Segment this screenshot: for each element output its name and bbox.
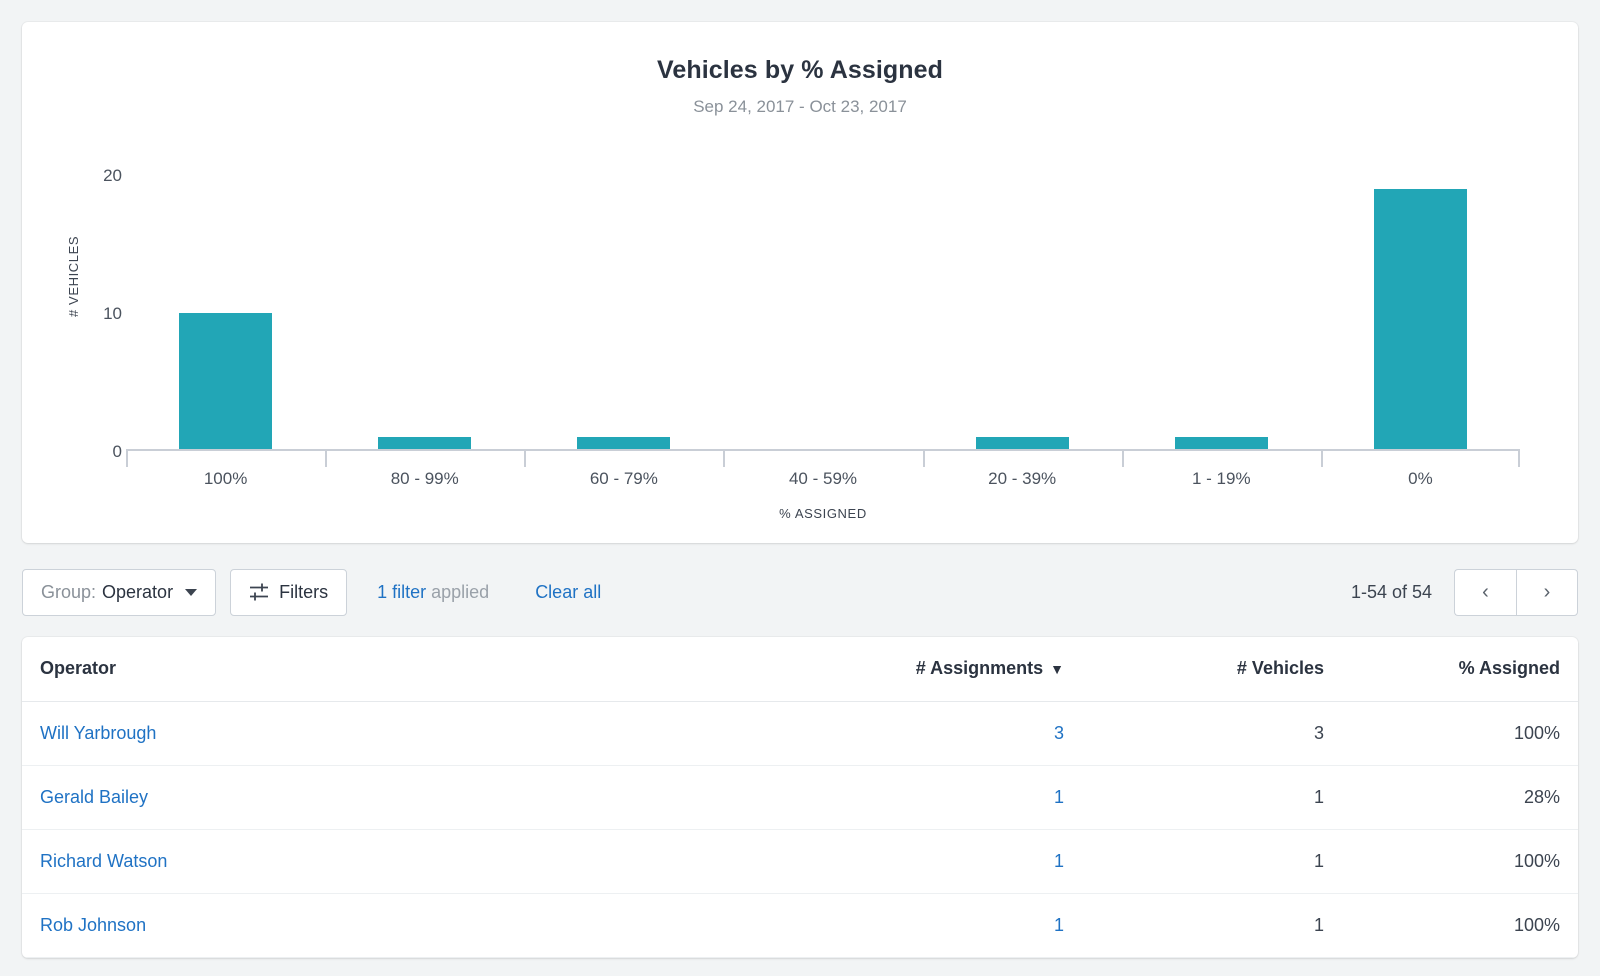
assignments-link[interactable]: 1 — [1054, 787, 1064, 807]
group-by-value: Operator — [102, 581, 174, 602]
bar-slot — [1321, 175, 1520, 451]
table-row: Richard Watson 1 1 100% — [22, 829, 1578, 894]
x-axis-tick-label: 20 - 39% — [988, 469, 1057, 488]
x-axis-tick — [922, 451, 1122, 467]
group-by-button[interactable]: Group: Operator — [22, 568, 217, 616]
operator-link[interactable]: Gerald Bailey — [40, 787, 148, 807]
prev-page-button[interactable]: ‹ — [1454, 568, 1516, 616]
filters-applied-suffix: applied — [431, 581, 490, 602]
cell-vehicles: 1 — [1082, 893, 1342, 958]
sort-descending-icon: ▼ — [1050, 661, 1064, 678]
operator-link[interactable]: Richard Watson — [40, 851, 167, 871]
chevron-down-icon — [185, 588, 198, 596]
table-row: Rob Johnson 1 1 100% — [22, 893, 1578, 958]
filters-button-label: Filters — [279, 581, 329, 602]
x-axis-tick-label: 60 - 79% — [589, 469, 658, 488]
chart-title: Vehicles by % Assigned — [656, 56, 944, 84]
next-page-button[interactable]: › — [1516, 568, 1578, 616]
x-axis-tick-label: 1 - 19% — [1191, 469, 1251, 488]
cell-assignments: 1 — [822, 893, 1082, 958]
column-header-assignments[interactable]: # Assignments ▼ — [822, 637, 1082, 702]
assignments-link[interactable]: 1 — [1054, 851, 1064, 871]
x-axis-tick — [524, 451, 723, 467]
x-axis-tick-label: 0% — [1408, 469, 1433, 488]
bar-slot — [723, 175, 922, 451]
cell-percent-assigned: 100% — [1342, 829, 1578, 894]
table-row: Gerald Bailey 1 1 28% — [22, 765, 1578, 830]
operator-link[interactable]: Will Yarbrough — [40, 723, 156, 743]
x-axis-tickmarks — [126, 451, 1521, 467]
cell-percent-assigned: 28% — [1342, 765, 1578, 830]
chart-card: Vehicles by % Assigned Sep 24, 2017 - Oc… — [22, 22, 1578, 543]
y-axis-ticks: 0 10 20 — [42, 135, 122, 495]
cell-operator: Richard Watson — [22, 829, 822, 894]
x-axis-tick-label: 100% — [203, 469, 248, 488]
table-row: Will Yarbrough 3 3 100% — [22, 701, 1578, 766]
cell-vehicles: 3 — [1082, 701, 1342, 766]
cell-assignments: 3 — [822, 701, 1082, 766]
x-axis-tick — [723, 451, 922, 467]
table-toolbar: Group: Operator Filters 1 filter applied… — [22, 567, 1578, 617]
bar-slot — [1122, 175, 1321, 451]
table-header-row: Operator # Assignments ▼ # Vehicles % Ass… — [22, 637, 1578, 702]
column-header-assignments-label: # Assignments — [915, 658, 1044, 679]
cell-percent-assigned: 100% — [1342, 701, 1578, 766]
y-axis-tick: 10 — [103, 304, 122, 323]
pagination-controls: ‹ › — [1454, 568, 1578, 616]
bar-slot — [923, 175, 1122, 451]
table-body: Will Yarbrough 3 3 100% Gerald Bailey 1 1 28% Ri… — [22, 701, 1578, 958]
x-axis-labels: 100% 80 - 99% 60 - 79% 40 - 59% 20 - 39% 1 - … — [126, 469, 1520, 495]
pagination-range: 1-54 of 54 — [1350, 581, 1432, 602]
operators-table-card: Operator # Assignments ▼ # Vehicles % Ass… — [22, 637, 1578, 958]
chart-bar[interactable] — [1373, 188, 1467, 451]
x-axis-tick — [126, 451, 325, 467]
cell-assignments: 1 — [822, 765, 1082, 830]
group-by-prefix: Group: — [41, 581, 97, 602]
clear-all-link[interactable]: Clear all — [535, 582, 601, 603]
column-header-operator[interactable]: Operator — [22, 637, 822, 702]
filters-applied-count: 1 filter — [377, 581, 427, 602]
plot-area: 100% 80 - 99% 60 - 79% 40 - 59% 20 - 39% 1 - … — [126, 135, 1521, 495]
x-axis-title: % ASSIGNED — [779, 506, 867, 521]
x-axis-tick — [1121, 451, 1321, 467]
x-axis-tick — [325, 451, 524, 467]
assignments-link[interactable]: 1 — [1054, 915, 1064, 935]
x-axis-tick-label: 40 - 59% — [788, 469, 858, 488]
cell-operator: Will Yarbrough — [22, 701, 822, 766]
chart-plot: # VEHICLES 0 10 20 100% 80 - 99% 60 - 79% 40 … — [22, 135, 1578, 521]
cell-vehicles: 1 — [1082, 765, 1342, 830]
cell-operator: Rob Johnson — [22, 893, 822, 958]
chart-date-range: Sep 24, 2017 - Oct 23, 2017 — [693, 97, 907, 116]
cell-percent-assigned: 100% — [1342, 893, 1578, 958]
bar-slot — [524, 175, 723, 451]
assignments-link[interactable]: 3 — [1054, 723, 1064, 743]
cell-vehicles: 1 — [1082, 829, 1342, 894]
sliders-icon — [249, 583, 269, 601]
bar-slot — [126, 175, 325, 451]
x-axis-tick — [1320, 451, 1521, 467]
operators-table: Operator # Assignments ▼ # Vehicles % Ass… — [22, 637, 1578, 958]
column-header-percent-assigned[interactable]: % Assigned — [1342, 637, 1578, 702]
page-root: Vehicles by % Assigned Sep 24, 2017 - Oc… — [0, 0, 1600, 976]
chart-bar[interactable] — [179, 313, 273, 451]
cell-assignments: 1 — [822, 829, 1082, 894]
operator-link[interactable]: Rob Johnson — [40, 915, 146, 935]
bar-slot — [325, 175, 524, 451]
column-header-vehicles[interactable]: # Vehicles — [1082, 637, 1342, 702]
y-axis-tick: 20 — [103, 166, 122, 185]
filters-button[interactable]: Filters — [230, 568, 348, 616]
pagination-area: 1-54 of 54 ‹ › — [1350, 568, 1578, 616]
cell-operator: Gerald Bailey — [22, 765, 822, 830]
y-axis-tick: 0 — [112, 442, 122, 461]
bar-series — [126, 175, 1520, 451]
table-head: Operator # Assignments ▼ # Vehicles % Ass… — [22, 637, 1578, 702]
x-axis-tick-label: 80 - 99% — [390, 469, 459, 488]
filters-applied-link[interactable]: 1 filter applied — [377, 582, 489, 603]
